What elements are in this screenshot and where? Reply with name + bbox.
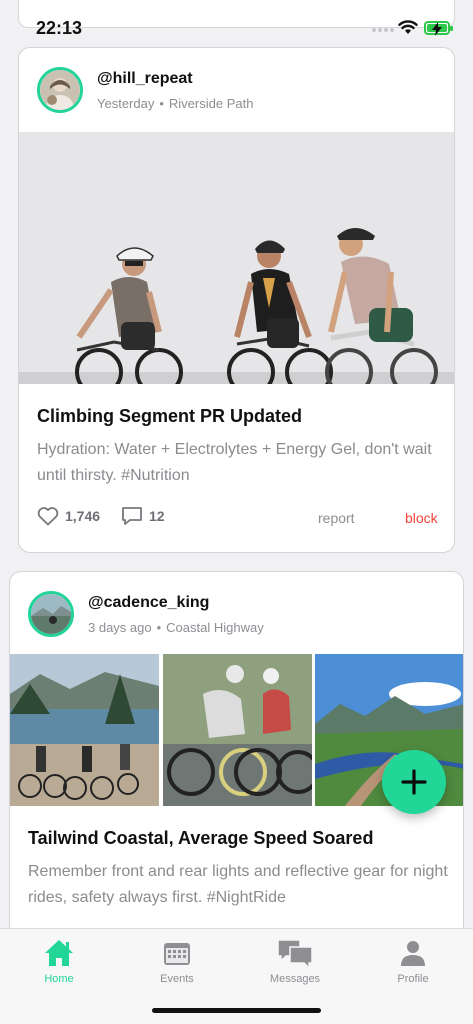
plus-icon bbox=[401, 769, 427, 795]
post-title[interactable]: Tailwind Coastal, Average Speed Soared bbox=[28, 828, 373, 849]
post-photo[interactable] bbox=[19, 132, 454, 384]
like-button[interactable]: 1,746 bbox=[37, 506, 100, 526]
gallery-photo[interactable] bbox=[10, 654, 160, 806]
tab-label: Profile bbox=[397, 973, 429, 985]
block-button[interactable]: block bbox=[405, 510, 438, 526]
post-time: Yesterday bbox=[97, 96, 155, 111]
post-actions: 1,746 12 report block bbox=[37, 506, 442, 530]
post-meta: Yesterday • Riverside Path bbox=[97, 96, 254, 111]
gallery-photo[interactable] bbox=[162, 654, 313, 806]
post-location: Riverside Path bbox=[168, 96, 254, 111]
signal-dots-icon bbox=[372, 28, 394, 32]
comment-count: 12 bbox=[149, 508, 165, 524]
home-icon bbox=[45, 940, 73, 966]
post-location: Coastal Highway bbox=[166, 620, 264, 635]
tab-home[interactable]: Home bbox=[19, 937, 99, 985]
avatar[interactable] bbox=[37, 67, 83, 113]
tab-profile[interactable]: Profile bbox=[373, 937, 453, 985]
post-username[interactable]: @hill_repeat bbox=[97, 70, 193, 88]
report-button[interactable]: report bbox=[318, 510, 355, 526]
tab-events[interactable]: Events bbox=[137, 937, 217, 985]
status-time: 22:13 bbox=[36, 18, 83, 38]
chat-bubbles-icon bbox=[277, 939, 313, 968]
post-title[interactable]: Climbing Segment PR Updated bbox=[37, 406, 302, 427]
comment-icon bbox=[122, 507, 142, 525]
tab-label: Home bbox=[44, 973, 74, 985]
like-count: 1,746 bbox=[65, 508, 101, 524]
post-body: Hydration: Water + Electrolytes + Energy… bbox=[37, 441, 432, 484]
post-body: Remember front and rear lights and refle… bbox=[28, 863, 448, 906]
status-bar: 22:13 bbox=[0, 0, 473, 44]
comment-button[interactable]: 12 bbox=[121, 506, 165, 526]
tab-messages[interactable]: Messages bbox=[255, 937, 335, 985]
post-time: 3 days ago bbox=[88, 620, 152, 635]
post-card[interactable]: @hill_repeat Yesterday•Riverside Path bbox=[18, 47, 455, 553]
heart-icon bbox=[37, 507, 59, 526]
post-username[interactable]: @cadence_king bbox=[88, 594, 209, 612]
wifi-icon bbox=[398, 20, 418, 34]
post-meta: 3 days ago • Coastal Highway bbox=[88, 620, 264, 635]
battery-charging-icon bbox=[424, 21, 453, 36]
avatar[interactable] bbox=[28, 591, 74, 637]
create-post-button[interactable] bbox=[382, 750, 446, 814]
tab-label: Messages bbox=[269, 973, 321, 985]
calendar-icon bbox=[164, 943, 190, 965]
previous-card-edge bbox=[18, 0, 455, 28]
person-icon bbox=[401, 941, 425, 966]
home-indicator bbox=[152, 1008, 321, 1013]
tab-label: Events bbox=[160, 973, 194, 985]
